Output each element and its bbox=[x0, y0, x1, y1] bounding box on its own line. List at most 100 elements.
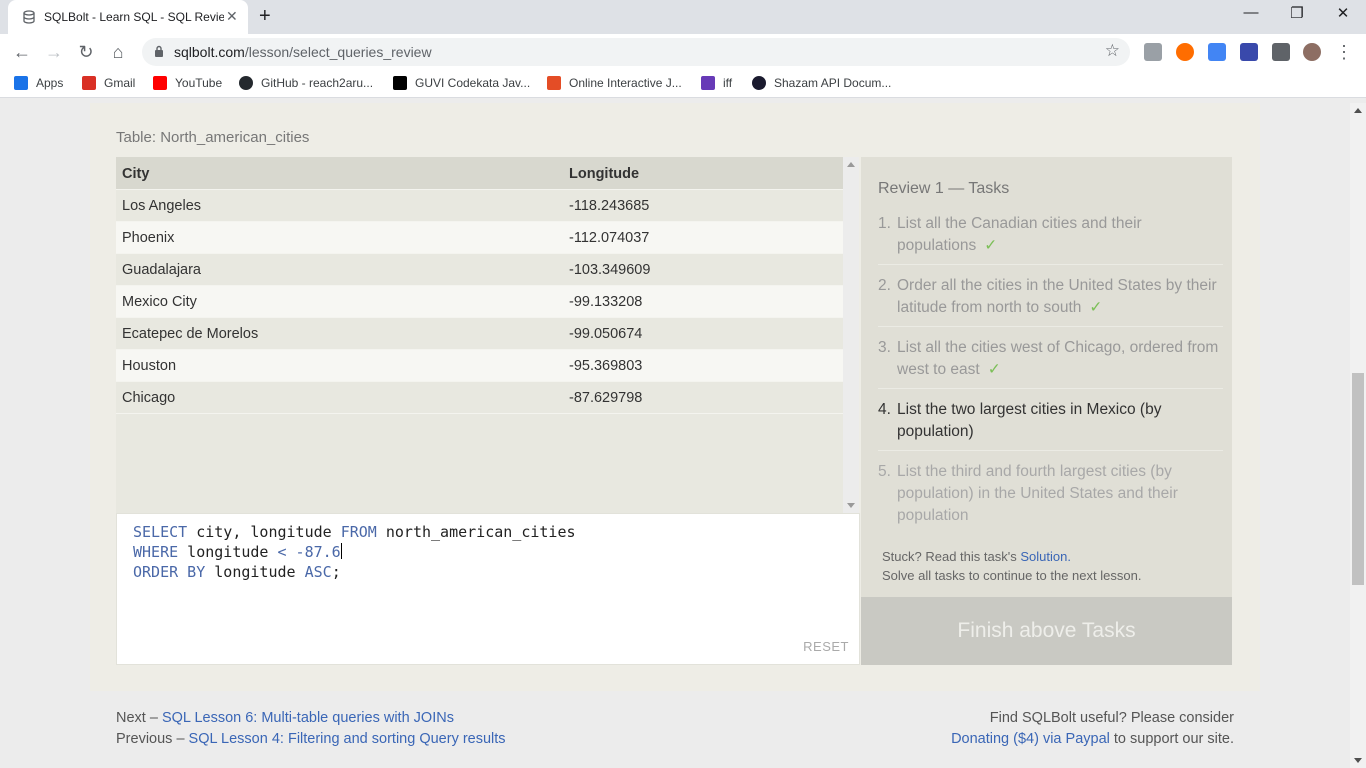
results-table: City Longitude Los Angeles -118.243685 P… bbox=[116, 157, 843, 414]
next-lesson-link[interactable]: SQL Lesson 6: Multi-table queries with J… bbox=[162, 710, 454, 726]
longitude-cell: -118.243685 bbox=[569, 198, 650, 214]
profile-avatar[interactable] bbox=[1303, 43, 1321, 61]
bookmark-star-icon[interactable]: ☆ bbox=[1105, 41, 1120, 61]
sql-editor[interactable]: SELECT city, longitude FROM north_americ… bbox=[116, 513, 860, 665]
stuck-hint: Stuck? Read this task's Solution. Solve … bbox=[882, 549, 1142, 583]
task-item-5: 5. List the third and fourth largest citi… bbox=[878, 463, 1178, 524]
camera-extension-icon[interactable] bbox=[1144, 43, 1162, 61]
page-scroll-up-icon[interactable] bbox=[1354, 108, 1362, 113]
bookmark-gmail[interactable]: Gmail bbox=[82, 76, 135, 90]
results-panel[interactable]: City Longitude Los Angeles -118.243685 P… bbox=[116, 157, 859, 513]
list-icon bbox=[701, 76, 715, 90]
city-cell: Guadalajara bbox=[122, 262, 201, 278]
gmail-icon bbox=[82, 76, 96, 90]
city-cell: Ecatepec de Morelos bbox=[122, 326, 259, 342]
bookmark-apps[interactable]: Apps bbox=[14, 76, 63, 90]
bookmark-online-interactive[interactable]: Online Interactive J... bbox=[547, 76, 682, 90]
address-bar[interactable]: sqlbolt.com/lesson/select_queries_review… bbox=[142, 38, 1130, 66]
fire-extension-icon[interactable] bbox=[1176, 43, 1194, 61]
bookmark-github[interactable]: GitHub - reach2aru... bbox=[239, 76, 373, 90]
longitude-cell: -99.133208 bbox=[569, 294, 643, 310]
table-row: Phoenix -112.074037 bbox=[116, 222, 843, 254]
reload-button[interactable]: ↻ bbox=[74, 40, 98, 64]
tasks-panel: Review 1 — Tasks 1. List all the Canadian… bbox=[861, 157, 1232, 597]
checkmark-icon: ✓ bbox=[984, 237, 998, 254]
minimize-button[interactable]: — bbox=[1228, 4, 1274, 21]
lock-icon bbox=[155, 45, 163, 57]
browser-toolbar: ← → ↻ ⌂ sqlbolt.com/lesson/select_querie… bbox=[0, 34, 1366, 70]
city-cell: Mexico City bbox=[122, 294, 197, 310]
scroll-up-icon[interactable] bbox=[847, 162, 855, 167]
medium-icon bbox=[393, 76, 407, 90]
table-row: Chicago -87.629798 bbox=[116, 382, 843, 414]
tab-strip: SQLBolt - Learn SQL - SQL Review ✕ + — ❐… bbox=[0, 0, 1366, 34]
table-caption: Table: North_american_cities bbox=[116, 129, 310, 146]
tasks-title: Review 1 — Tasks bbox=[878, 180, 1010, 197]
tab-close-icon[interactable]: ✕ bbox=[226, 8, 238, 25]
home-button[interactable]: ⌂ bbox=[106, 40, 130, 64]
restore-button[interactable]: ❐ bbox=[1274, 4, 1320, 22]
task-item-1: 1. List all the Canadian cities and their… bbox=[878, 210, 1223, 265]
translate-extension-icon[interactable] bbox=[1208, 43, 1226, 61]
task-item-2: 2. Order all the cities in the United Sta… bbox=[878, 272, 1223, 327]
checkmark-icon: ✓ bbox=[1089, 299, 1103, 316]
city-cell: Houston bbox=[122, 358, 177, 374]
back-button[interactable]: ← bbox=[10, 40, 34, 64]
task-item-4: 4. List the two largest cities in Mexico … bbox=[878, 396, 1223, 451]
finish-tasks-button[interactable]: Finish above Tasks bbox=[861, 597, 1232, 665]
github-icon bbox=[239, 76, 253, 90]
city-cell: Los Angeles bbox=[122, 198, 202, 214]
column-header-longitude: Longitude bbox=[569, 166, 640, 182]
table-row: Mexico City -99.133208 bbox=[116, 286, 843, 318]
scroll-down-icon[interactable] bbox=[847, 503, 855, 508]
apps-grid-icon bbox=[14, 76, 28, 90]
longitude-cell: -87.629798 bbox=[569, 390, 643, 406]
solution-link[interactable]: Solution bbox=[1020, 549, 1067, 564]
longitude-cell: -112.074037 bbox=[569, 230, 650, 246]
bookmark-youtube[interactable]: YouTube bbox=[153, 76, 222, 90]
table-row: Guadalajara -103.349609 bbox=[116, 254, 843, 286]
bookmark-guvi[interactable]: GUVI Codekata Jav... bbox=[393, 76, 530, 90]
text-caret bbox=[340, 543, 342, 559]
table-row: Los Angeles -118.243685 bbox=[116, 190, 843, 222]
forward-button[interactable]: → bbox=[42, 40, 66, 64]
checkmark-icon: ✓ bbox=[987, 361, 1001, 378]
longitude-cell: -95.369803 bbox=[569, 358, 643, 374]
longitude-cell: -99.050674 bbox=[569, 326, 643, 342]
previous-lesson-link[interactable]: SQL Lesson 4: Filtering and sorting Quer… bbox=[189, 731, 506, 747]
lesson-card: Table: North_american_cities City Longit… bbox=[90, 103, 1260, 691]
html5-icon bbox=[547, 76, 561, 90]
donate-link[interactable]: Donating ($4) via Paypal bbox=[951, 731, 1110, 747]
url-text: sqlbolt.com/lesson/select_queries_review bbox=[174, 44, 432, 60]
new-tab-button[interactable]: + bbox=[259, 5, 271, 28]
bookmark-shazam[interactable]: Shazam API Docum... bbox=[752, 76, 891, 90]
column-header-city: City bbox=[122, 166, 150, 182]
screen-extension-icon[interactable] bbox=[1240, 43, 1258, 61]
sql-query-text[interactable]: SELECT city, longitude FROM north_americ… bbox=[133, 522, 576, 582]
page-scrollbar-thumb[interactable] bbox=[1352, 373, 1364, 585]
task-list: 1. List all the Canadian cities and their… bbox=[878, 210, 1223, 541]
page-scrollbar[interactable] bbox=[1350, 103, 1366, 768]
reset-button[interactable]: RESET bbox=[803, 639, 849, 654]
menu-kebab-icon[interactable]: ⋮ bbox=[1332, 40, 1356, 64]
solve-all-text: Solve all tasks to continue to the next … bbox=[882, 568, 1142, 583]
shazam-icon bbox=[752, 76, 766, 90]
donate-note: Find SQLBolt useful? Please consider Don… bbox=[951, 710, 1234, 747]
table-row: Ecatepec de Morelos -99.050674 bbox=[116, 318, 843, 350]
tab-sqlbolt[interactable]: SQLBolt - Learn SQL - SQL Review ✕ bbox=[8, 0, 248, 34]
extensions-puzzle-icon[interactable] bbox=[1272, 43, 1290, 61]
database-icon bbox=[23, 10, 35, 24]
bookmark-iff[interactable]: iff bbox=[701, 76, 732, 90]
page-scroll-down-icon[interactable] bbox=[1354, 758, 1362, 763]
longitude-cell: -103.349609 bbox=[569, 262, 651, 278]
task-item-3: 3. List all the cities west of Chicago, o… bbox=[878, 334, 1223, 389]
page-viewport: Table: North_american_cities City Longit… bbox=[0, 103, 1350, 768]
youtube-icon bbox=[153, 76, 167, 90]
tab-title: SQLBolt - Learn SQL - SQL Review bbox=[44, 10, 224, 24]
results-scrollbar[interactable] bbox=[843, 157, 859, 513]
bookmarks-bar: Apps Gmail YouTube GitHub - reach2aru...… bbox=[0, 70, 1366, 98]
lesson-navigation: Next – SQL Lesson 6: Multi-table queries… bbox=[116, 710, 506, 747]
table-row: Houston -95.369803 bbox=[116, 350, 843, 382]
close-window-button[interactable]: ✕ bbox=[1320, 4, 1366, 22]
city-cell: Chicago bbox=[122, 390, 176, 406]
